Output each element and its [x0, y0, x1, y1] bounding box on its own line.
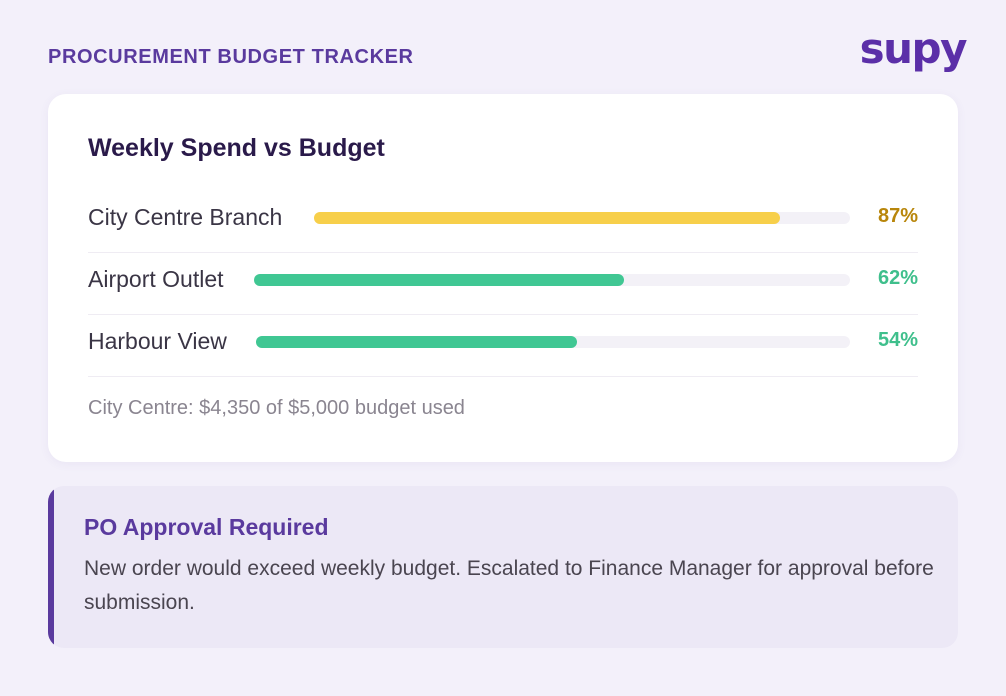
percent-value: 62%: [877, 267, 918, 289]
alert-accent-bar: [48, 486, 54, 648]
budget-card: Weekly Spend vs Budget City Centre Branc…: [48, 94, 958, 462]
supy-logo: supy: [859, 24, 968, 73]
progress-track: [254, 274, 850, 286]
budget-row-airport-outlet: Airport Outlet 62%: [88, 252, 918, 315]
alert-title: PO Approval Required: [84, 514, 329, 540]
budget-row-city-centre: City Centre Branch 87%: [88, 190, 918, 253]
progress-fill: [254, 274, 624, 286]
page-title: PROCUREMENT BUDGET TRACKER: [48, 46, 414, 68]
percent-value: 87%: [877, 205, 918, 227]
card-title: Weekly Spend vs Budget: [88, 134, 385, 162]
progress-track: [314, 212, 850, 224]
progress-fill: [314, 212, 781, 224]
row-label: Harbour View: [88, 328, 227, 354]
po-approval-alert: PO Approval Required New order would exc…: [48, 486, 958, 648]
row-label: City Centre Branch: [88, 204, 283, 230]
alert-body: New order would exceed weekly budget. Es…: [84, 557, 934, 614]
row-label: Airport Outlet: [88, 266, 224, 292]
progress-track: [256, 336, 850, 348]
percent-value: 54%: [877, 329, 918, 351]
progress-fill: [256, 336, 577, 348]
budget-footnote: City Centre: $4,350 of $5,000 budget use…: [88, 397, 465, 419]
budget-row-harbour-view: Harbour View 54%: [88, 314, 918, 377]
